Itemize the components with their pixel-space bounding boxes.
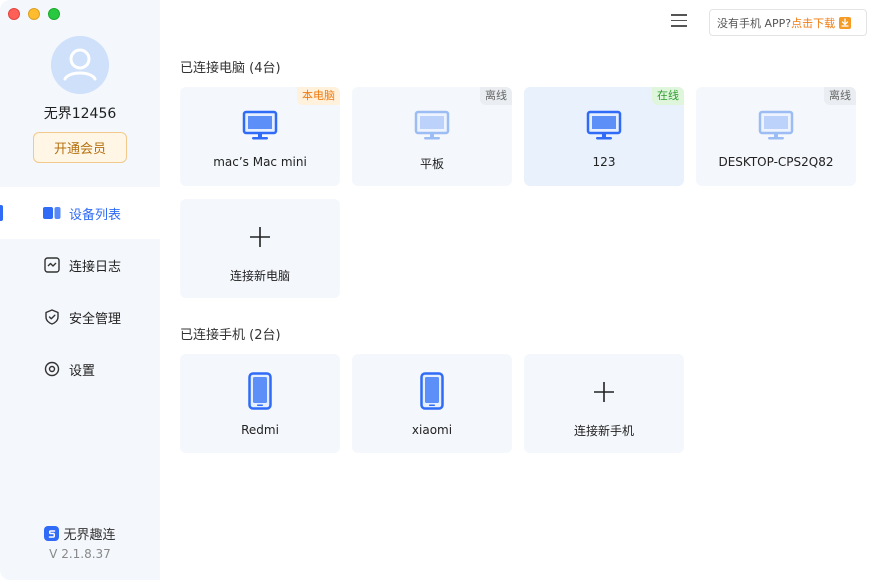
monitor-icon [758, 110, 794, 140]
app-window: 无界12456 开通会员 设备列表 连接日志 安全管理 设置 无界趣连 V 2.… [0, 0, 876, 580]
sidebar-item-label: 连接日志 [69, 259, 122, 275]
menu-icon-line [671, 14, 687, 16]
sidebar-item-label: 安全管理 [69, 311, 122, 327]
sidebar-item-settings[interactable]: 设置 [0, 343, 160, 395]
status-badge: 本电脑 [297, 87, 340, 105]
monitor-icon [586, 110, 622, 140]
add-phone-card[interactable]: 连接新手机 [524, 354, 684, 453]
plus-icon [250, 227, 270, 247]
phone-card[interactable]: xiaomi [352, 354, 512, 453]
monitor-icon [242, 110, 278, 140]
app-tip-text: 没有手机 APP? [717, 16, 792, 30]
menu-icon-line [671, 19, 687, 21]
sidebar-nav: 设备列表 连接日志 安全管理 设置 [0, 187, 160, 395]
download-app-tip[interactable]: 没有手机 APP? 点击下载 [709, 9, 867, 36]
phones-section-title: 已连接手机 (2台) [180, 328, 281, 343]
computer-name: DESKTOP-CPS2Q82 [718, 155, 834, 169]
phone-icon [420, 372, 444, 410]
avatar[interactable] [51, 36, 109, 94]
username: 无界12456 [43, 106, 117, 122]
version-text: V 2.1.8.37 [49, 547, 111, 561]
shield-icon [43, 308, 61, 326]
add-computer-label: 连接新电脑 [229, 269, 290, 283]
minimize-window-button[interactable] [28, 8, 40, 20]
sidebar-item-security[interactable]: 安全管理 [0, 291, 160, 343]
status-badge: 离线 [824, 87, 856, 105]
window-controls [8, 8, 60, 20]
maximize-window-button[interactable] [48, 8, 60, 20]
download-icon [839, 16, 852, 29]
plus-icon [594, 382, 614, 402]
phone-icon [248, 372, 272, 410]
status-badge: 在线 [652, 87, 684, 105]
sidebar-item-connection-log[interactable]: 连接日志 [0, 239, 160, 291]
add-computer-card[interactable]: 连接新电脑 [180, 199, 340, 298]
device-list-icon [43, 204, 61, 222]
computers-section-title: 已连接电脑 (4台) [180, 61, 281, 76]
computer-name: 123 [592, 155, 616, 169]
sidebar-item-device-list[interactable]: 设备列表 [0, 187, 160, 239]
sidebar: 无界12456 开通会员 设备列表 连接日志 安全管理 设置 无界趣连 V 2.… [0, 0, 160, 580]
brand-logo-icon [44, 526, 60, 541]
sidebar-item-label: 设备列表 [69, 207, 122, 223]
phone-card[interactable]: Redmi [180, 354, 340, 453]
add-phone-label: 连接新手机 [573, 424, 634, 438]
gear-icon [43, 360, 61, 378]
brand: 无界趣连 [0, 524, 160, 543]
download-link[interactable]: 点击下载 [791, 15, 835, 31]
sidebar-item-label: 设置 [69, 363, 96, 379]
computer-card[interactable]: 离线 平板 [352, 87, 512, 186]
menu-button[interactable] [671, 14, 687, 28]
monitor-icon [414, 110, 450, 140]
log-icon [43, 256, 61, 274]
menu-icon-line [671, 25, 687, 27]
computer-card[interactable]: 在线 123 [524, 87, 684, 186]
computer-card[interactable]: 离线 DESKTOP-CPS2Q82 [696, 87, 856, 186]
status-badge: 离线 [480, 87, 512, 105]
brand-name: 无界趣连 [63, 528, 116, 543]
computer-card[interactable]: 本电脑 mac’s Mac mini [180, 87, 340, 186]
main-content: 没有手机 APP? 点击下载 已连接电脑 (4台) 本电脑 mac’s Mac … [160, 0, 876, 580]
computer-name: 平板 [419, 157, 444, 171]
vip-button[interactable]: 开通会员 [33, 132, 127, 163]
phone-name: Redmi [241, 423, 279, 437]
computer-name: mac’s Mac mini [213, 155, 307, 169]
close-window-button[interactable] [8, 8, 20, 20]
phone-name: xiaomi [411, 423, 453, 437]
